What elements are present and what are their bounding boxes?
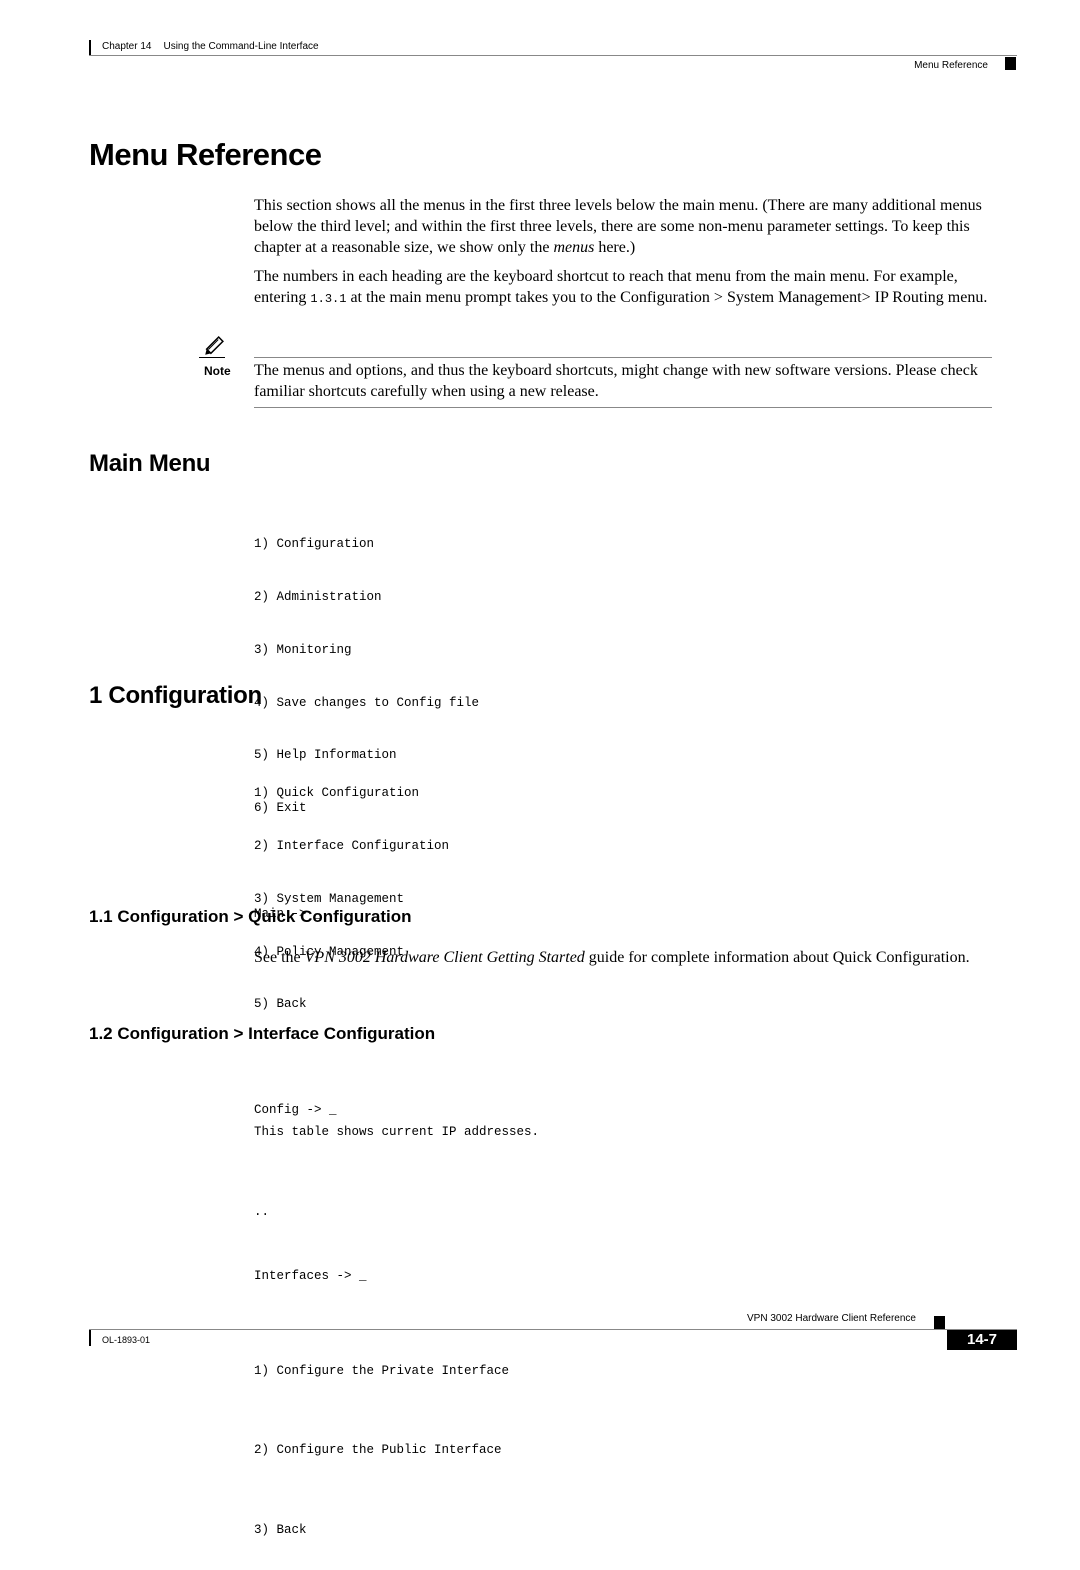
page-title: Menu Reference <box>89 137 322 172</box>
menu-item: 3) Monitoring <box>254 642 352 657</box>
footer-block-marker <box>934 1316 945 1329</box>
menu-item: 1) Configuration <box>254 537 375 552</box>
running-header-chapter: Chapter 14 Using the Command-Line Interfa… <box>102 41 319 52</box>
footer-bar <box>89 1330 91 1346</box>
header-block-marker <box>1005 57 1016 70</box>
listing-ellipsis: .. <box>254 1204 270 1219</box>
footer-doc-number: OL-1893-01 <box>102 1335 151 1345</box>
menu-item: 3) System Management <box>254 891 405 906</box>
quick-configuration-heading: 1.1 Configuration > Quick Configuration <box>89 907 412 926</box>
header-rule <box>89 55 1017 56</box>
menu-item: 1) Quick Configuration <box>254 786 420 801</box>
quick-configuration-text: See the VPN 3002 Hardware Client Getting… <box>254 949 970 966</box>
menu-item: 1) Configure the Private Interface <box>254 1363 510 1378</box>
running-header-section: Menu Reference <box>914 60 988 71</box>
note-bottom-rule <box>254 407 992 408</box>
menu-item: 2) Interface Configuration <box>254 838 450 853</box>
menu-item: 4) Save changes to Config file <box>254 695 480 710</box>
chapter-number: Chapter 14 <box>102 41 152 52</box>
menu-item: 2) Configure the Public Interface <box>254 1443 502 1457</box>
menu-item: 2) Administration <box>254 589 382 604</box>
shortcut-code: 1.3.1 <box>310 292 347 306</box>
configuration-heading: 1 Configuration <box>89 682 262 709</box>
intro-paragraph-2: The numbers in each heading are the keyb… <box>254 268 988 306</box>
menu-prompt: Interfaces -> _ <box>254 1269 367 1284</box>
interface-configuration-heading: 1.2 Configuration > Interface Configurat… <box>89 1024 436 1043</box>
interface-prompt-block: Interfaces -> _ <box>254 1233 367 1303</box>
note-label: Note <box>204 364 231 378</box>
footer-book-title: VPN 3002 Hardware Client Reference <box>747 1313 916 1324</box>
header-bar <box>89 40 91 56</box>
interface-menu-listing: This table shows current IP addresses. .… <box>254 1066 539 1570</box>
note-text: The menus and options, and thus the keyb… <box>254 362 978 400</box>
pencil-note-icon <box>205 336 224 355</box>
note-icon-rule <box>199 357 225 358</box>
note-top-rule <box>254 357 992 358</box>
page-number: 14-7 <box>947 1330 1017 1350</box>
menu-item: 3) Back <box>254 1522 307 1537</box>
menu-item: 5) Back <box>254 997 307 1012</box>
footer-rule <box>89 1329 1017 1330</box>
intro-paragraph-1: This section shows all the menus in the … <box>254 197 982 256</box>
listing-intro: This table shows current IP addresses. <box>254 1125 540 1139</box>
guide-title: VPN 3002 Hardware Client Getting Started <box>304 949 585 966</box>
main-menu-heading: Main Menu <box>89 450 211 477</box>
chapter-title: Using the Command-Line Interface <box>163 41 319 52</box>
emphasis-menus: menus <box>553 239 595 256</box>
